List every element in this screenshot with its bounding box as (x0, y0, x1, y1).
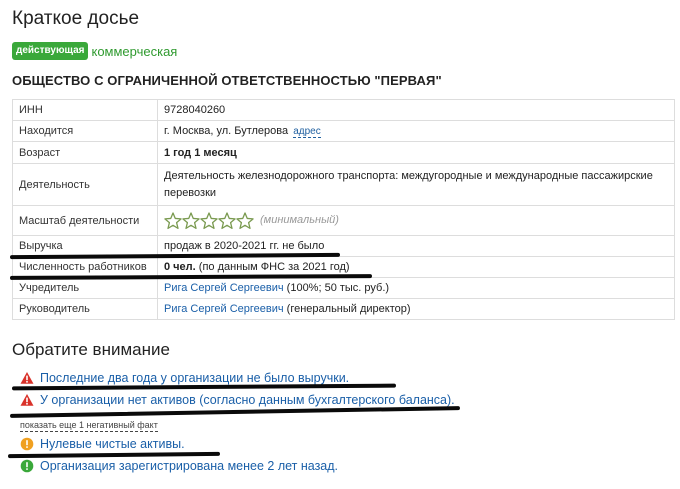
alert-link[interactable]: У организации нет активов (согласно данн… (40, 393, 455, 407)
age-value: 1 год 1 месяц (157, 141, 675, 164)
scale-stars (164, 211, 254, 230)
marker-underline (7, 451, 221, 459)
star-icon (236, 211, 254, 229)
activity-value: Деятельность железнодорожного транспорта… (157, 163, 675, 206)
scale-note: (минимальный) (260, 214, 339, 227)
director-detail: (генеральный директор) (283, 303, 411, 315)
inn-value: 9728040260 (157, 99, 675, 121)
founder-link[interactable]: Рига Сергей Сергеевич (164, 282, 284, 294)
star-icon (164, 211, 182, 229)
address-link[interactable]: адрес (293, 126, 321, 138)
table-row: Возраст 1 год 1 месяц (12, 141, 675, 164)
alert-link[interactable]: Нулевые чистые активы. (40, 437, 185, 451)
star-icon (218, 211, 236, 229)
warning-triangle-icon (20, 372, 34, 384)
org-type-label: коммерческая (91, 43, 178, 59)
table-row: Руководитель Рига Сергей Сергеевич (гене… (12, 298, 675, 320)
employees-count: 0 чел. (164, 261, 196, 273)
alert-item: Нулевые чистые активы. (20, 437, 185, 451)
star-icon (182, 211, 200, 229)
row-label: ИНН (12, 99, 158, 121)
alert-item: У организации нет активов (согласно данн… (20, 393, 455, 407)
director-link[interactable]: Рига Сергей Сергеевич (164, 303, 284, 315)
founder-detail: (100%; 50 тыс. руб.) (283, 282, 390, 294)
founder-cell: Рига Сергей Сергеевич (100%; 50 тыс. руб… (157, 277, 675, 299)
alert-link[interactable]: Последние два года у организации не было… (40, 371, 349, 385)
exclamation-circle-icon (20, 459, 34, 473)
table-row: Выручка продаж в 2020-2021 гг. не было (12, 235, 675, 257)
table-row: Учредитель Рига Сергей Сергеевич (100%; … (12, 277, 675, 299)
location-value: г. Москва, ул. Бутлерова (164, 125, 289, 137)
row-label: Масштаб деятельности (12, 205, 158, 236)
alert-item: Организация зарегистрирована менее 2 лет… (20, 459, 338, 473)
alert-link[interactable]: Организация зарегистрирована менее 2 лет… (40, 459, 338, 473)
page-title: Краткое досье (12, 8, 140, 29)
alert-item: Последние два года у организации не было… (20, 371, 349, 385)
table-row: Масштаб деятельности (минимальный) (12, 205, 675, 236)
table-row: ИНН 9728040260 (12, 99, 675, 121)
status-badge: действующая (12, 42, 89, 60)
marker-underline (9, 406, 461, 418)
table-row: Деятельность Деятельность железнодорожно… (12, 163, 675, 206)
row-label: Находится (12, 120, 158, 142)
director-cell: Рига Сергей Сергеевич (генеральный дирек… (157, 298, 675, 320)
row-label: Возраст (12, 141, 158, 164)
employees-note: (по данным ФНС за 2021 год) (195, 261, 350, 273)
attention-title: Обратите внимание (12, 340, 170, 359)
table-row: Находится г. Москва, ул. Бутлерова адрес (12, 120, 675, 142)
row-label: Учредитель (12, 277, 158, 299)
row-label: Руководитель (12, 298, 158, 320)
warning-triangle-icon (20, 394, 34, 406)
star-icon (200, 211, 218, 229)
row-label: Деятельность (12, 163, 158, 206)
location-cell: г. Москва, ул. Бутлерова адрес (157, 120, 675, 142)
exclamation-circle-icon (20, 437, 34, 451)
info-table: ИНН 9728040260 Находится г. Москва, ул. … (12, 99, 675, 320)
show-more-link[interactable]: показать еще 1 негативный факт (20, 420, 158, 432)
status-badges: действующая коммерческая (12, 42, 177, 60)
scale-cell: (минимальный) (157, 205, 675, 236)
org-name: ОБЩЕСТВО С ОГРАНИЧЕННОЙ ОТВЕТСТВЕННОСТЬЮ… (12, 73, 442, 88)
